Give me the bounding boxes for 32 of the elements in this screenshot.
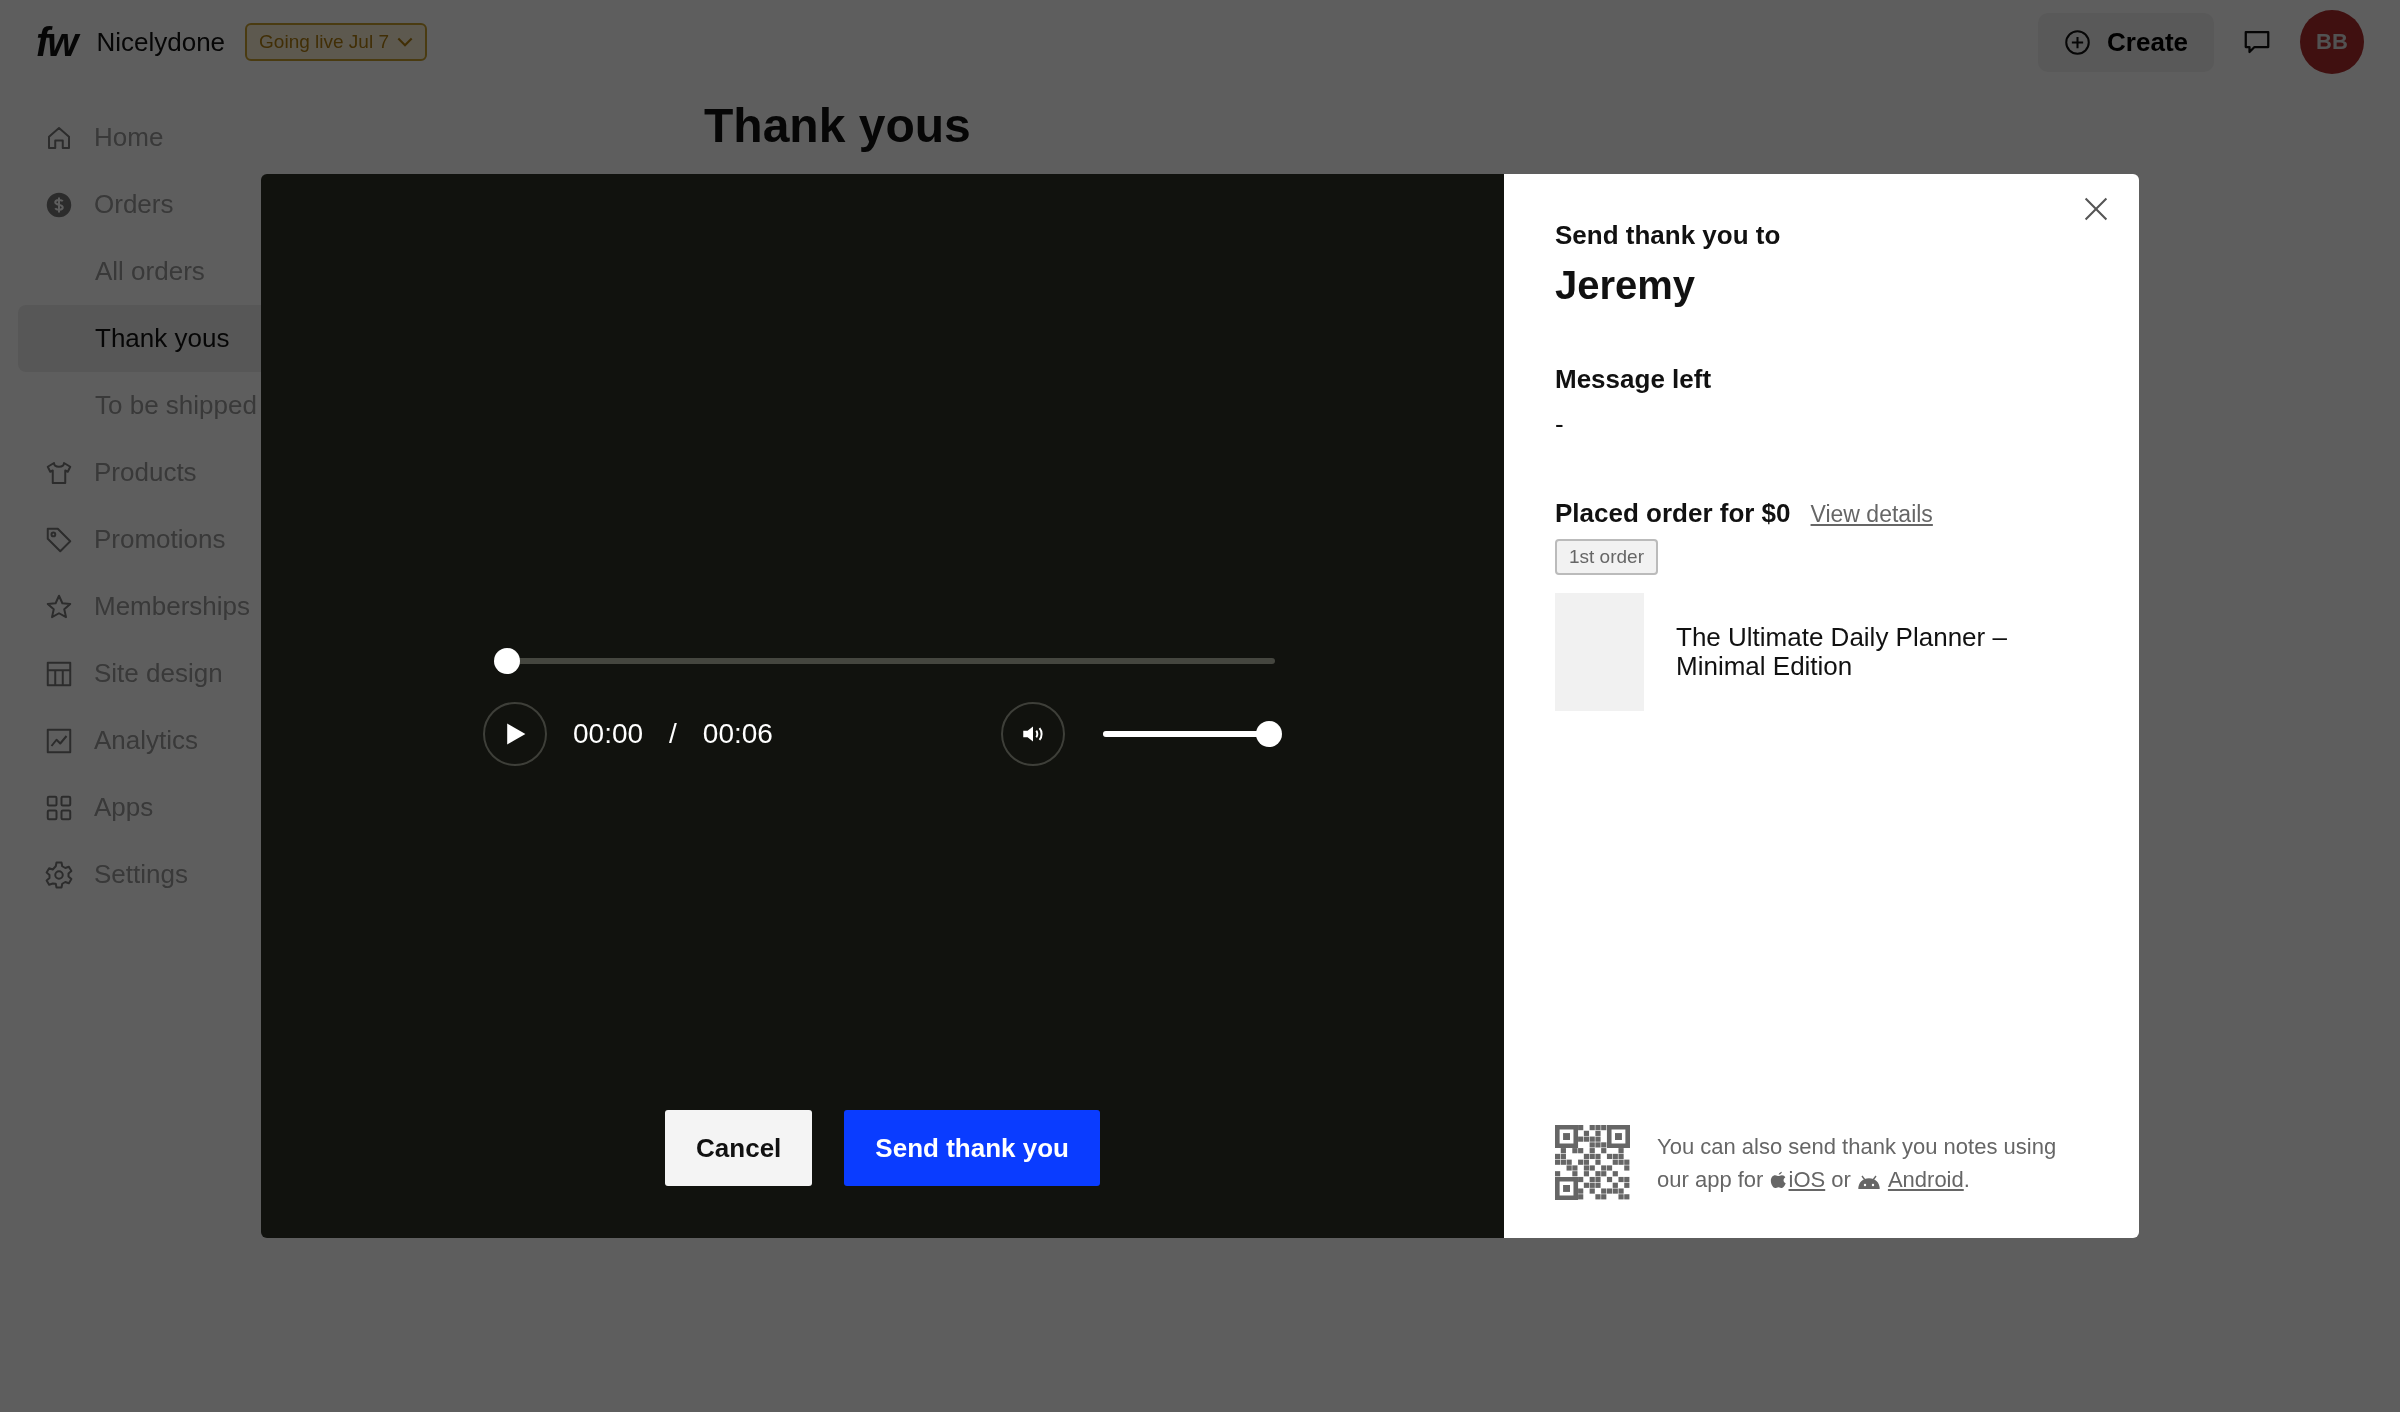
play-button[interactable] [483, 702, 547, 766]
qr-code-icon [1555, 1125, 1630, 1200]
duration: 00:06 [702, 718, 773, 750]
volume-handle[interactable] [1256, 721, 1282, 747]
message-text: - [1555, 409, 1564, 440]
dialog-heading: Send thank you to [1555, 220, 1781, 251]
apple-icon [1769, 1169, 1787, 1189]
send-button[interactable]: Send thank you [844, 1110, 1100, 1186]
workspace-name: Nicelydone [96, 26, 226, 58]
launch-date-dropdown[interactable]: Going live Jul 7 [245, 23, 427, 61]
message-label: Message left [1555, 364, 1712, 395]
order-badge: 1st order [1555, 539, 1658, 575]
cancel-button[interactable]: Cancel [665, 1110, 813, 1186]
app-note: You can also send thank you notes using our app for iOS or Android. [1657, 1132, 2058, 1194]
page-title: Thank yous [704, 100, 972, 153]
user-avatar[interactable]: BB [2300, 10, 2364, 74]
android-link[interactable]: Android [1887, 1166, 1964, 1192]
gear-icon [44, 859, 74, 890]
volume-button[interactable] [1001, 702, 1065, 766]
ios-link[interactable]: iOS [1788, 1166, 1826, 1192]
order-label: Placed order for $0 [1555, 498, 1791, 529]
current-time: 00:00 [573, 718, 644, 750]
product-name: The Ultimate Daily Planner – Minimal Edition [1676, 623, 2008, 681]
time-separator: / [669, 718, 677, 750]
create-button[interactable]: Create [2038, 12, 2214, 72]
plus-circle-icon [2064, 28, 2092, 56]
chevron-down-icon [397, 36, 413, 48]
recipient-name: Jeremy [1555, 263, 1696, 308]
seek-handle[interactable] [494, 648, 520, 674]
close-icon[interactable] [2083, 196, 2109, 222]
android-icon [1857, 1174, 1881, 1189]
view-details-link[interactable]: View details [1810, 501, 1933, 528]
